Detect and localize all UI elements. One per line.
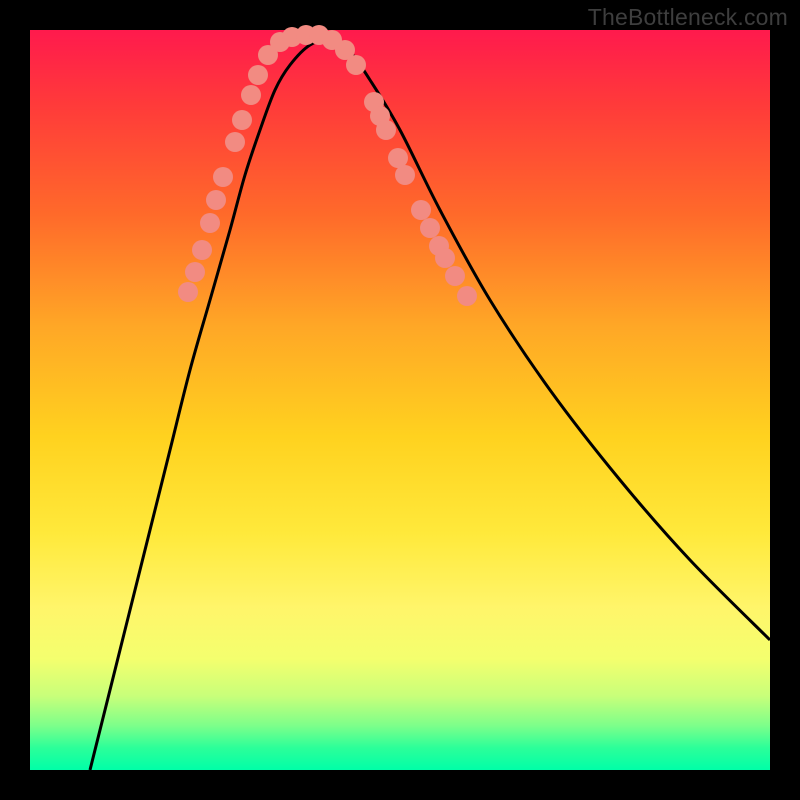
highlight-dot	[435, 248, 455, 268]
highlight-dot	[192, 240, 212, 260]
curve-layer	[30, 30, 770, 770]
highlight-dot	[232, 110, 252, 130]
highlight-dot	[178, 282, 198, 302]
highlight-dot	[445, 266, 465, 286]
highlight-dot	[206, 190, 226, 210]
highlight-dot	[241, 85, 261, 105]
highlight-dot	[395, 165, 415, 185]
plot-area	[30, 30, 770, 770]
bottleneck-curve	[90, 40, 770, 770]
highlight-dot	[346, 55, 366, 75]
watermark-text: TheBottleneck.com	[588, 4, 788, 31]
highlight-dot	[200, 213, 220, 233]
highlight-dot	[376, 120, 396, 140]
highlight-dot	[213, 167, 233, 187]
highlight-dot	[457, 286, 477, 306]
highlight-dot	[411, 200, 431, 220]
highlight-dot	[225, 132, 245, 152]
highlight-dot	[248, 65, 268, 85]
highlight-dot	[185, 262, 205, 282]
highlight-dot	[420, 218, 440, 238]
chart-frame: TheBottleneck.com	[0, 0, 800, 800]
